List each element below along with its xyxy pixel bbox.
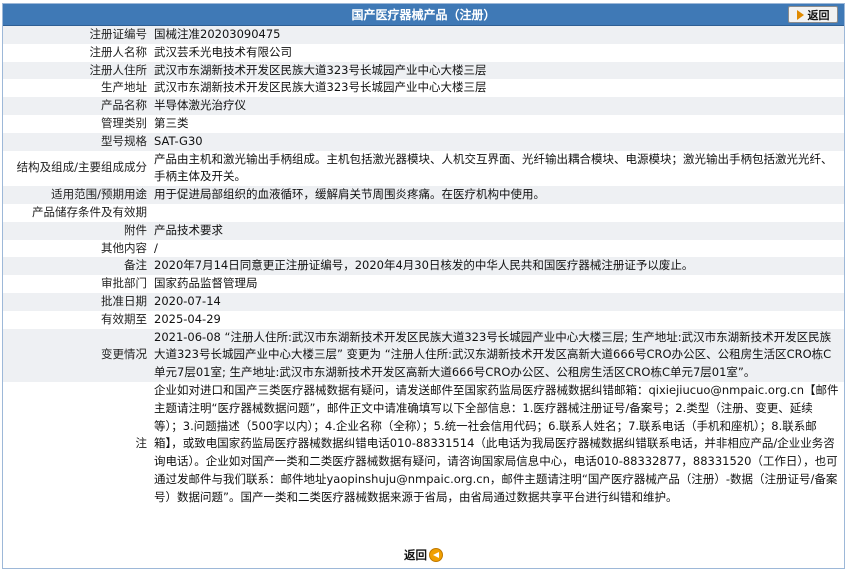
- table-row: 产品储存条件及有效期: [3, 203, 844, 222]
- table-row: 注 企业如对进口和国产三类医疗器械数据有疑问，请发送邮件至国家药监局医疗器械数据…: [3, 381, 844, 507]
- detail-panel: 国产医疗器械产品（注册） 返回 注册证编号 国械注准20203090475 注册…: [2, 3, 845, 569]
- back-button-bottom[interactable]: 返回: [404, 547, 443, 563]
- field-value: 企业如对进口和国产三类医疗器械数据有疑问，请发送邮件至国家药监局医疗器械数据纠错…: [151, 381, 844, 507]
- field-label: 批准日期: [3, 292, 151, 311]
- panel-header: 国产医疗器械产品（注册） 返回: [3, 4, 844, 26]
- back-arrow-icon: [429, 548, 443, 562]
- table-row: 注册人名称 武汉芸禾光电技术有限公司: [3, 43, 844, 62]
- field-value: 2020年7月14日同意更正注册证编号，2020年4月30日核发的中华人民共和国…: [151, 257, 844, 276]
- field-value: 国械注准20203090475: [151, 26, 844, 44]
- field-value: 第三类: [151, 114, 844, 133]
- back-button-top[interactable]: 返回: [788, 6, 838, 23]
- table-row: 注册证编号 国械注准20203090475: [3, 26, 844, 44]
- table-row: 结构及组成/主要组成成分 产品由主机和激光输出手柄组成。主机包括激光器模块、人机…: [3, 150, 844, 187]
- field-value: /: [151, 239, 844, 258]
- panel-footer: 返回: [3, 542, 844, 568]
- table-row: 有效期至 2025-04-29: [3, 310, 844, 329]
- field-value: SAT-G30: [151, 132, 844, 151]
- table-row: 其他内容 /: [3, 239, 844, 258]
- detail-table: 注册证编号 国械注准20203090475 注册人名称 武汉芸禾光电技术有限公司…: [3, 26, 844, 507]
- table-row: 管理类别 第三类: [3, 114, 844, 133]
- field-label: 管理类别: [3, 114, 151, 133]
- field-value: 武汉市东湖新技术开发区民族大道323号长城园产业中心大楼三层: [151, 61, 844, 80]
- field-value: 产品技术要求: [151, 221, 844, 240]
- field-value: 2021-06-08 “注册人住所:武汉市东湖新技术开发区民族大道323号长城园…: [151, 328, 844, 382]
- page-title: 国产医疗器械产品（注册）: [351, 8, 496, 22]
- field-label: 有效期至: [3, 310, 151, 329]
- table-row: 备注 2020年7月14日同意更正注册证编号，2020年4月30日核发的中华人民…: [3, 257, 844, 276]
- field-value: 2025-04-29: [151, 310, 844, 329]
- field-value: [151, 203, 844, 222]
- table-row: 产品名称 半导体激光治疗仪: [3, 97, 844, 115]
- table-row: 附件 产品技术要求: [3, 221, 844, 240]
- field-label: 型号规格: [3, 132, 151, 151]
- field-value: 半导体激光治疗仪: [151, 97, 844, 115]
- field-label: 产品名称: [3, 97, 151, 115]
- table-row: 审批部门 国家药品监督管理局: [3, 275, 844, 293]
- field-label: 其他内容: [3, 239, 151, 258]
- field-label: 结构及组成/主要组成成分: [3, 150, 151, 187]
- table-row: 变更情况 2021-06-08 “注册人住所:武汉市东湖新技术开发区民族大道32…: [3, 328, 844, 382]
- field-label: 附件: [3, 221, 151, 240]
- field-label: 注册证编号: [3, 26, 151, 44]
- field-label: 注册人住所: [3, 61, 151, 80]
- field-label: 适用范围/预期用途: [3, 186, 151, 204]
- field-value: 产品由主机和激光输出手柄组成。主机包括激光器模块、人机交互界面、光纤输出耦合模块…: [151, 150, 844, 187]
- field-value: 武汉市东湖新技术开发区民族大道323号长城园产业中心大楼三层: [151, 79, 844, 98]
- field-value: 国家药品监督管理局: [151, 275, 844, 293]
- table-row: 注册人住所 武汉市东湖新技术开发区民族大道323号长城园产业中心大楼三层: [3, 61, 844, 80]
- back-button-bottom-label: 返回: [404, 548, 427, 562]
- field-label: 注册人名称: [3, 43, 151, 62]
- field-label: 注: [3, 381, 151, 507]
- table-row: 型号规格 SAT-G30: [3, 132, 844, 151]
- field-label: 产品储存条件及有效期: [3, 203, 151, 222]
- field-label: 生产地址: [3, 79, 151, 98]
- field-label: 变更情况: [3, 328, 151, 382]
- field-value: 武汉芸禾光电技术有限公司: [151, 43, 844, 62]
- arrow-right-icon: [796, 9, 804, 20]
- table-row: 生产地址 武汉市东湖新技术开发区民族大道323号长城园产业中心大楼三层: [3, 79, 844, 98]
- field-label: 审批部门: [3, 275, 151, 293]
- field-value: 2020-07-14: [151, 292, 844, 311]
- back-button-top-label: 返回: [807, 8, 830, 22]
- table-row: 适用范围/预期用途 用于促进局部组织的血液循环，缓解肩关节周围炎疼痛。在医疗机构…: [3, 186, 844, 204]
- field-label: 备注: [3, 257, 151, 276]
- field-value: 用于促进局部组织的血液循环，缓解肩关节周围炎疼痛。在医疗机构中使用。: [151, 186, 844, 204]
- table-row: 批准日期 2020-07-14: [3, 292, 844, 311]
